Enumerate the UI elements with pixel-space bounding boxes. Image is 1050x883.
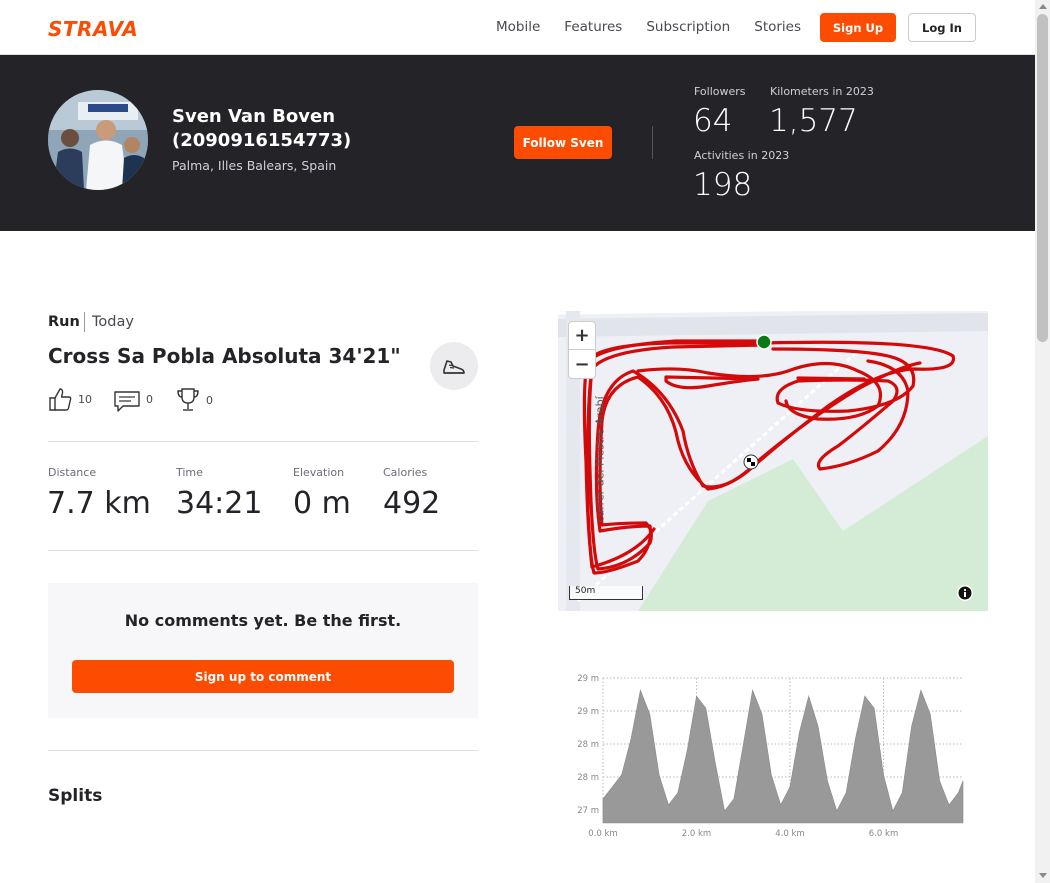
divider (48, 550, 478, 551)
activity-type: Run (48, 314, 80, 330)
avatar[interactable] (48, 90, 148, 190)
y-tick-label: 29 m (577, 674, 599, 684)
activities-count: 198 (693, 167, 753, 203)
scroll-up-arrow[interactable] (1039, 4, 1047, 9)
achievements-count: 0 (206, 393, 213, 407)
zoom-controls: + − (568, 321, 596, 379)
metric-elevation-value: 0 m (293, 486, 351, 521)
thumbs-up-icon (49, 388, 72, 411)
activity-title: Cross Sa Pobla Absoluta 34'21" (48, 344, 401, 368)
comments-panel: No comments yet. Be the first. Sign up t… (48, 583, 478, 718)
kudos[interactable]: 10 (48, 386, 92, 412)
km-count: 1,577 (769, 103, 858, 139)
nav-link-mobile[interactable]: Mobile (496, 19, 540, 35)
comment-icon (114, 391, 140, 412)
followers-label: Followers (694, 85, 746, 98)
map-canvas (558, 311, 988, 611)
x-tick-label: 0.0 km (588, 829, 617, 839)
log-in-button[interactable]: Log In (908, 13, 976, 42)
metric-time-value: 34:21 (176, 486, 263, 521)
divider (652, 126, 653, 159)
activity-date: Today (92, 314, 134, 330)
zoom-out-button[interactable]: − (569, 350, 595, 378)
scroll-down-arrow[interactable] (1039, 873, 1047, 878)
metric-calories-value: 492 (383, 486, 441, 521)
metric-elevation-label: Elevation (293, 466, 345, 479)
nav-link-subscription[interactable]: Subscription (646, 19, 730, 35)
nav-links: Mobile Features Subscription Stories (496, 19, 825, 35)
y-tick-label: 29 m (577, 707, 599, 717)
map-info-button[interactable] (957, 585, 973, 601)
zoom-in-button[interactable]: + (569, 322, 595, 350)
y-tick-label: 28 m (577, 740, 599, 750)
activities-label: Activities in 2023 (694, 149, 790, 162)
metric-distance-value: 7.7 km (47, 486, 151, 521)
athlete-name[interactable]: Sven Van Boven (2090916154773) (172, 105, 392, 153)
finish-marker (743, 454, 759, 470)
trophy-icon (177, 388, 199, 411)
athlete-header: Sven Van Boven (2090916154773) Palma, Il… (0, 55, 1035, 231)
route-map[interactable] (558, 311, 988, 611)
y-tick-label: 28 m (577, 773, 599, 783)
avatar-photo (48, 90, 148, 190)
page-scrollbar[interactable] (1035, 0, 1050, 883)
divider (84, 312, 85, 332)
divider (48, 441, 478, 442)
elevation-y-ticks: 29 m 29 m 28 m 28 m 27 m (577, 674, 599, 816)
page: STRAVA Mobile Features Subscription Stor… (0, 0, 1050, 883)
strava-logo[interactable]: STRAVA (48, 17, 138, 41)
metric-time-label: Time (176, 466, 203, 479)
no-comments-message: No comments yet. Be the first. (124, 611, 402, 630)
sport-badge (430, 342, 478, 390)
y-tick-label: 27 m (577, 806, 599, 816)
achievements[interactable]: 0 (176, 386, 213, 414)
sign-up-to-comment-button[interactable]: Sign up to comment (72, 660, 454, 693)
follow-button[interactable]: Follow Sven (514, 126, 612, 159)
athlete-location: Palma, Illes Balears, Spain (172, 158, 337, 173)
scrollbar-thumb[interactable] (1037, 14, 1048, 342)
top-nav: STRAVA Mobile Features Subscription Stor… (0, 0, 1035, 55)
metric-distance-label: Distance (48, 466, 97, 479)
metric-calories-label: Calories (383, 466, 428, 479)
comments-count: 0 (146, 392, 153, 406)
x-tick-label: 6.0 km (869, 829, 898, 839)
x-tick-label: 4.0 km (775, 829, 804, 839)
elevation-x-ticks: 0.0 km 2.0 km 4.0 km 6.0 km (588, 829, 898, 839)
run-shoe-icon (443, 360, 465, 374)
nav-link-stories[interactable]: Stories (754, 19, 801, 35)
info-icon (958, 586, 972, 600)
splits-heading: Splits (48, 786, 103, 806)
sign-up-button[interactable]: Sign Up (820, 13, 896, 42)
followers-count: 64 (693, 103, 733, 139)
elevation-chart[interactable]: 29 m 29 m 28 m 28 m 27 m 0.0 km 2.0 km 4.0 km 6… (558, 665, 978, 845)
start-marker (756, 334, 772, 350)
comments-count-button[interactable]: 0 (114, 386, 153, 412)
street-label: carrer del Mestre Arabí (593, 396, 607, 523)
x-tick-label: 2.0 km (682, 829, 711, 839)
nav-link-features[interactable]: Features (564, 19, 622, 35)
divider (48, 750, 478, 751)
map-scale: 50m (569, 586, 643, 600)
elevation-area (602, 688, 964, 824)
km-label: Kilometers in 2023 (770, 85, 874, 98)
kudos-count: 10 (78, 392, 92, 406)
